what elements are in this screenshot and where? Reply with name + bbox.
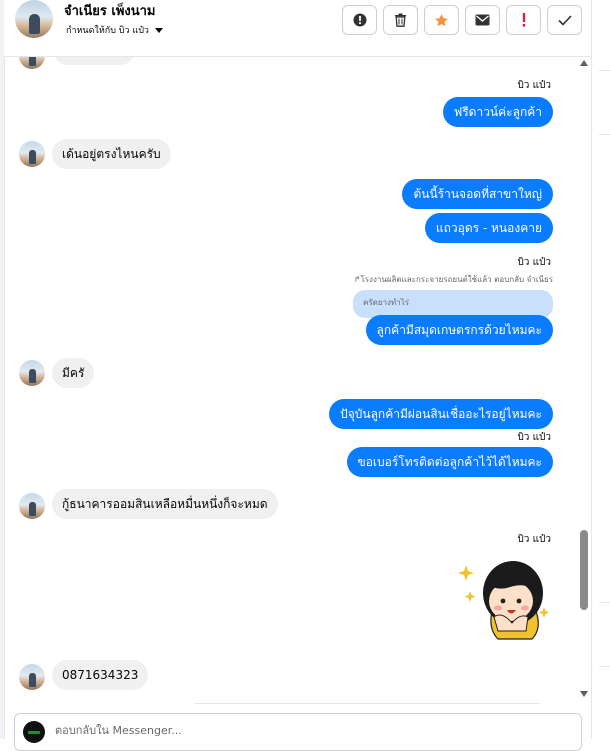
assign-label: กำหนดให้กับ บิว แป๋ว	[66, 26, 149, 36]
composer-divider	[195, 703, 540, 704]
exclamation-icon	[522, 13, 525, 27]
mark-spam-button[interactable]	[342, 5, 377, 35]
contact-avatar[interactable]	[15, 0, 53, 38]
star-button[interactable]	[424, 5, 459, 35]
clipped-incoming-message	[53, 57, 135, 65]
reply-input[interactable]	[53, 723, 557, 738]
contact-avatar-small[interactable]	[19, 141, 45, 167]
sender-label: บิว แป๋ว	[517, 257, 551, 268]
scroll-down-icon[interactable]	[580, 691, 588, 697]
envelope-icon	[475, 14, 490, 26]
scrollbar-thumb[interactable]	[580, 530, 588, 610]
star-icon	[435, 13, 448, 26]
outgoing-message[interactable]: ต้นนี้ร้านจอดที่สาขาใหญ่	[402, 179, 553, 209]
smiling-girl-sticker-icon[interactable]	[458, 551, 554, 643]
sender-label: บิว แป๋ว	[517, 534, 551, 545]
outgoing-message[interactable]: ขอเบอร์โทรติดต่อลูกค้าไว้ได้ไหมคะ	[346, 447, 553, 477]
follow-up-button[interactable]	[506, 5, 541, 35]
caret-down-icon	[154, 27, 163, 33]
delete-button[interactable]	[383, 5, 418, 35]
incoming-message[interactable]: กู้ธนาคารออมสินเหลือหมื่นหนึ่งก็จะหมด	[52, 489, 278, 519]
contact-name[interactable]: จำเนียร เพ็งนาม	[64, 0, 156, 21]
assign-dropdown[interactable]: กำหนดให้กับ บิว แป๋ว	[66, 23, 163, 37]
header-actions	[342, 5, 582, 35]
contact-avatar-small[interactable]	[19, 493, 45, 519]
quoted-message[interactable]: ครัดยางทำไร่	[353, 290, 553, 318]
conversation-header: จำเนียร เพ็งนาม กำหนดให้กับ บิว แป๋ว	[4, 0, 591, 57]
outgoing-message[interactable]: ปัจุบันลูกค้ามีผ่อนสินเชื่ออะไรอยู่ไหมคะ	[329, 399, 553, 429]
page-avatar	[23, 721, 45, 743]
contact-avatar-small	[19, 57, 45, 69]
exclamation-circle-icon	[353, 13, 366, 27]
reply-composer	[14, 713, 582, 751]
outgoing-message[interactable]: แถวอุดร - หนองคาย	[424, 213, 553, 243]
reply-context: ↱โรงงานผลิตและกระจายรถยนต์ใช้แล้ว ตอบกลั…	[353, 275, 553, 284]
outgoing-message[interactable]: ลูกค้ามีสมุดเกษตรกรด้วยไหมคะ	[365, 315, 553, 345]
incoming-message[interactable]: เด้นอยู่ตรงไหนครับ	[52, 139, 171, 169]
sender-label: บิว แป๋ว	[517, 80, 551, 91]
incoming-message[interactable]: มีครั	[52, 358, 95, 388]
scroll-up-icon[interactable]	[580, 60, 588, 66]
contact-avatar-small[interactable]	[19, 360, 45, 386]
message-list: บิว แป๋ว ฟรีดาวน์ค่ะลูกค้า เด้นอยู่ตรงไห…	[4, 57, 576, 703]
contact-avatar-small[interactable]	[19, 664, 45, 690]
sender-label: บิว แป๋ว	[517, 432, 551, 443]
trash-icon	[395, 13, 406, 27]
quoted-message-text: ครัดยางทำไร่	[363, 298, 410, 307]
incoming-message[interactable]: 0871634323	[52, 660, 149, 690]
mark-unread-button[interactable]	[465, 5, 500, 35]
mark-done-button[interactable]	[547, 5, 582, 35]
right-panel-edge	[591, 0, 610, 739]
outgoing-message[interactable]: ฟรีดาวน์ค่ะลูกค้า	[442, 97, 553, 127]
check-icon	[557, 14, 572, 26]
